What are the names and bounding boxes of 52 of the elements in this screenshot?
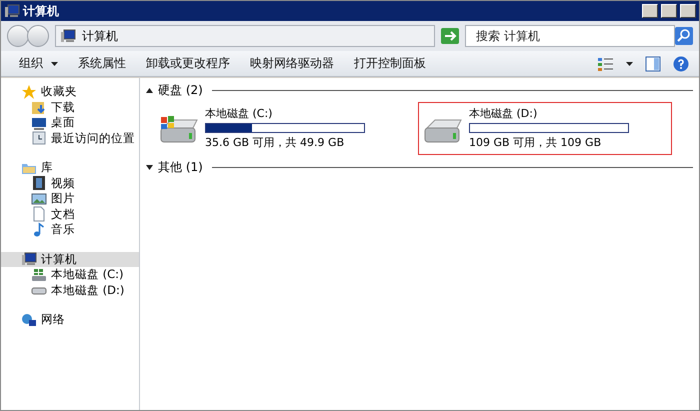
view-options-icon[interactable] (598, 56, 614, 70)
maximize-button[interactable] (661, 4, 677, 18)
address-bar[interactable]: 计算机 (55, 25, 435, 47)
computer-icon (21, 251, 37, 268)
sidebar-item[interactable]: 最近访问的位置 (1, 130, 139, 146)
search-icon[interactable] (675, 27, 693, 45)
address-path[interactable]: 计算机 (82, 28, 118, 44)
drive-item[interactable]: 本地磁盘 (C:) 35.6 GB 可用，共 49.9 GB (154, 102, 408, 155)
sidebar-item[interactable]: 图片 (1, 191, 139, 206)
drive-name: 本地磁盘 (C:) (205, 106, 274, 121)
computer-icon (60, 28, 76, 44)
section-header[interactable]: 硬盘 (2) (158, 82, 203, 98)
sidebar-item[interactable]: 视频 (1, 176, 139, 191)
sidebar-item[interactable]: 库 (1, 160, 139, 176)
sidebar-item[interactable]: 桌面 (1, 115, 139, 130)
clock-icon (31, 130, 47, 146)
sidebar-item[interactable]: 网络 (1, 312, 139, 328)
minimize-button[interactable] (642, 4, 658, 18)
document-icon (31, 206, 47, 222)
image-icon (31, 190, 47, 207)
highlight-frame[interactable]: 本地磁盘 (D:) 109 GB 可用，共 109 GB (418, 102, 672, 155)
close-button[interactable] (680, 4, 696, 18)
sidebar-item[interactable]: 本地磁盘 (C:) (1, 267, 139, 282)
toolbar-button[interactable]: 打开控制面板 (346, 55, 434, 72)
sidebar-item[interactable]: 收藏夹 (1, 84, 139, 100)
sidebar-item[interactable]: 下载 (1, 100, 139, 115)
computer-icon (4, 3, 20, 19)
toolbar-button[interactable]: 映射网络驱动器 (242, 55, 342, 72)
preview-pane-icon[interactable] (645, 56, 661, 72)
sidebar-item[interactable]: 计算机 (1, 252, 139, 267)
star-icon (21, 84, 37, 100)
help-icon[interactable] (673, 56, 689, 72)
collapse-arrow-icon[interactable] (146, 88, 153, 92)
sidebar-item[interactable]: 音乐 (1, 222, 139, 238)
toolbar-button[interactable]: 组织 (11, 55, 66, 72)
caret-icon[interactable] (626, 62, 633, 66)
folder-icon (31, 99, 47, 116)
network-icon (21, 312, 37, 328)
caret-icon (51, 62, 58, 66)
toolbar-button[interactable]: 系统属性 (70, 55, 134, 72)
music-note-icon (31, 222, 47, 238)
drive-name: 本地磁盘 (D:) (469, 106, 538, 121)
drive-space: 109 GB 可用，共 109 GB (469, 135, 602, 150)
expand-arrow-icon[interactable] (146, 164, 153, 170)
drive-icon (31, 266, 47, 283)
section-header[interactable]: 其他 (1) (158, 158, 203, 176)
window-title: 计算机 (23, 2, 60, 20)
drive-space: 35.6 GB 可用，共 49.9 GB (205, 135, 346, 150)
search-field[interactable]: 搜索 计算机 (465, 25, 675, 47)
toolbar-button[interactable]: 卸载或更改程序 (138, 55, 238, 72)
sidebar-item[interactable]: 文档 (1, 206, 139, 222)
sidebar-item[interactable]: 本地磁盘 (D:) (1, 282, 139, 298)
